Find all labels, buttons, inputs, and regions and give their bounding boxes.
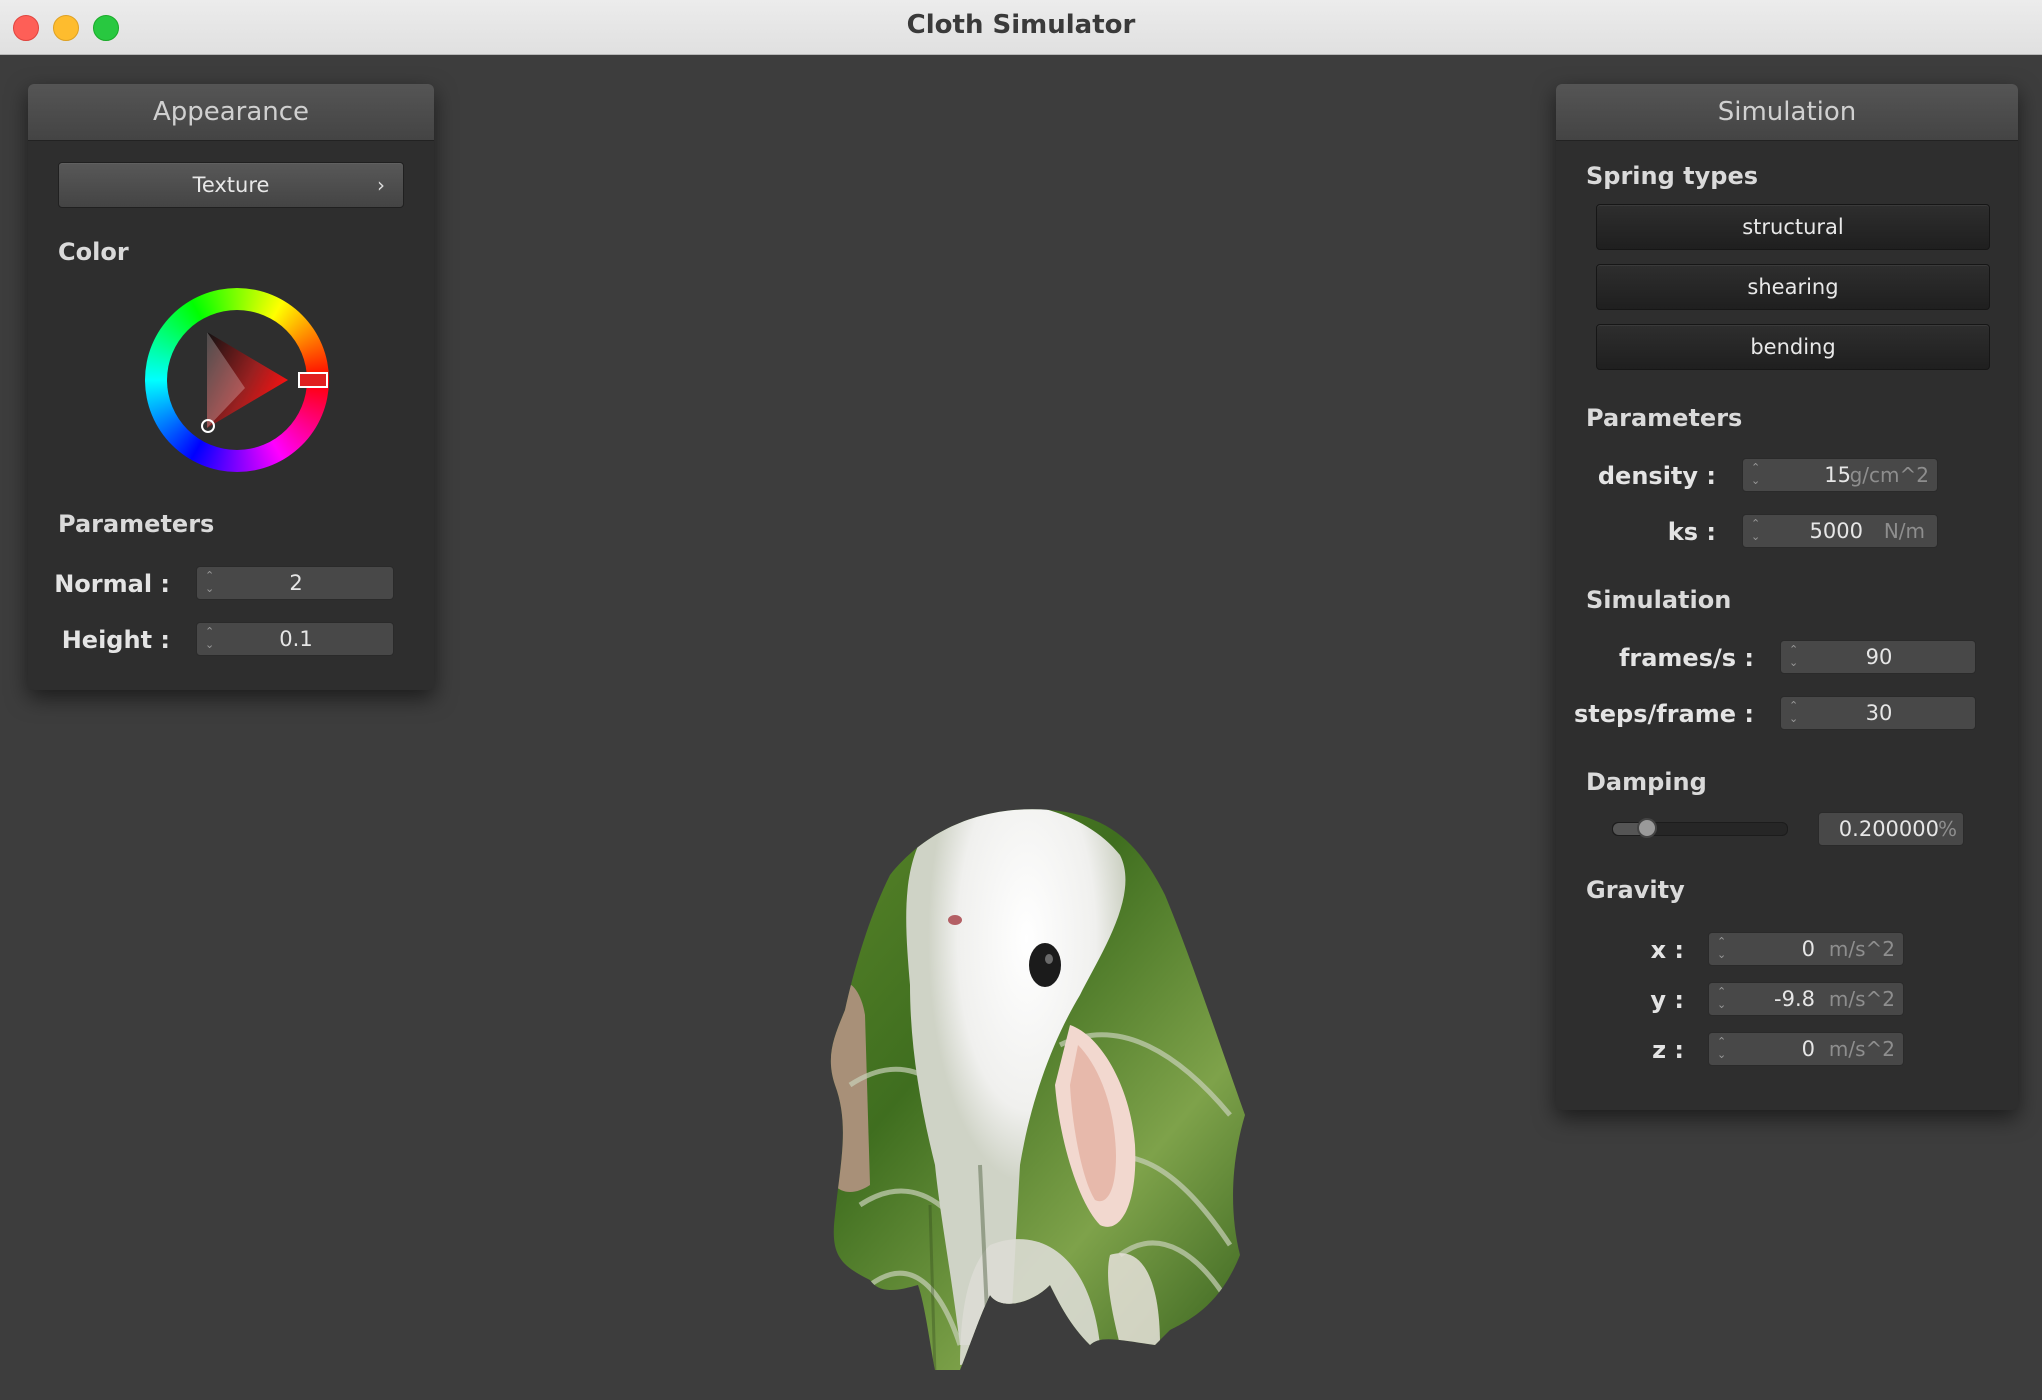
density-value: 15 (1824, 463, 1851, 487)
window-titlebar: Cloth Simulator (0, 0, 2042, 55)
color-wheel[interactable] (145, 288, 329, 472)
gravity-y-unit: m/s^2 (1828, 987, 1895, 1011)
density-unit: g/cm^2 (1849, 463, 1929, 487)
gravity-z-value: 0 (1801, 1037, 1815, 1061)
normal-label: Normal : (54, 570, 170, 598)
simulation-section-title: Simulation (1586, 586, 1732, 614)
frames-input[interactable]: ⌃ ⌄ 90 (1780, 640, 1976, 674)
damping-unit: % (1937, 817, 1957, 841)
gravity-z-input[interactable]: ⌃ ⌄ 0 m/s^2 (1708, 1032, 1904, 1066)
gravity-y-value: -9.8 (1774, 987, 1815, 1011)
texture-button-label: Texture (192, 173, 270, 197)
steps-value: 30 (1865, 701, 1893, 725)
appearance-parameters-title: Parameters (58, 510, 215, 538)
stepper-arrows-icon[interactable]: ⌃ ⌄ (1717, 985, 1729, 1011)
height-input[interactable]: ⌃ ⌄ 0.1 (196, 622, 394, 656)
gravity-z-label: z : (1652, 1036, 1684, 1064)
ks-label: ks : (1667, 518, 1716, 546)
ks-unit: N/m (1883, 519, 1925, 543)
normal-value: 2 (289, 571, 303, 595)
frames-value: 90 (1865, 645, 1893, 669)
bending-button[interactable]: bending (1596, 324, 1990, 370)
damping-title: Damping (1586, 768, 1707, 796)
stepper-arrows-icon[interactable]: ⌃ ⌄ (1717, 935, 1729, 961)
texture-button[interactable]: Texture › (58, 162, 404, 208)
height-value: 0.1 (279, 627, 313, 651)
appearance-header: Appearance (28, 84, 434, 141)
density-label: density : (1597, 462, 1716, 490)
stepper-arrows-icon[interactable]: ⌃ ⌄ (1717, 1035, 1729, 1061)
chevron-right-icon: › (377, 173, 385, 197)
appearance-panel: Appearance Texture › Color Parameters No… (28, 84, 434, 690)
height-label: Height : (61, 626, 170, 654)
gravity-x-unit: m/s^2 (1828, 937, 1895, 961)
gravity-x-value: 0 (1801, 937, 1815, 961)
damping-slider-handle[interactable] (1636, 818, 1657, 838)
structural-button[interactable]: structural (1596, 204, 1990, 250)
steps-label: steps/frame : (1574, 700, 1754, 728)
steps-input[interactable]: ⌃ ⌄ 30 (1780, 696, 1976, 730)
damping-value: 0.200000 (1838, 817, 1939, 841)
ks-input[interactable]: ⌃ ⌄ 5000 N/m (1742, 514, 1938, 548)
window-title: Cloth Simulator (906, 10, 1136, 40)
color-section-title: Color (58, 238, 129, 266)
frames-label: frames/s : (1618, 644, 1754, 672)
ks-value: 5000 (1809, 519, 1863, 543)
shearing-button[interactable]: shearing (1596, 264, 1990, 310)
simulation-header: Simulation (1556, 84, 2018, 141)
gravity-z-unit: m/s^2 (1828, 1037, 1895, 1061)
hue-handle[interactable] (298, 372, 328, 388)
stepper-arrows-icon[interactable]: ⌃ ⌄ (1751, 517, 1763, 543)
gravity-y-input[interactable]: ⌃ ⌄ -9.8 m/s^2 (1708, 982, 1904, 1016)
damping-input[interactable]: 0.200000 % (1818, 812, 1964, 846)
gravity-x-input[interactable]: ⌃ ⌄ 0 m/s^2 (1708, 932, 1904, 966)
normal-input[interactable]: ⌃ ⌄ 2 (196, 566, 394, 600)
density-input[interactable]: ⌃ ⌄ 15 g/cm^2 (1742, 458, 1938, 492)
gravity-y-label: y : (1650, 986, 1684, 1014)
cloth-render[interactable] (760, 785, 1260, 1385)
simulation-panel: Simulation Spring types structural shear… (1556, 84, 2018, 1110)
spring-types-title: Spring types (1586, 162, 1759, 190)
sim-parameters-title: Parameters (1586, 404, 1743, 432)
gravity-x-label: x : (1650, 936, 1684, 964)
gravity-title: Gravity (1586, 876, 1685, 904)
stepper-arrows-icon[interactable]: ⌃ ⌄ (1751, 461, 1763, 487)
